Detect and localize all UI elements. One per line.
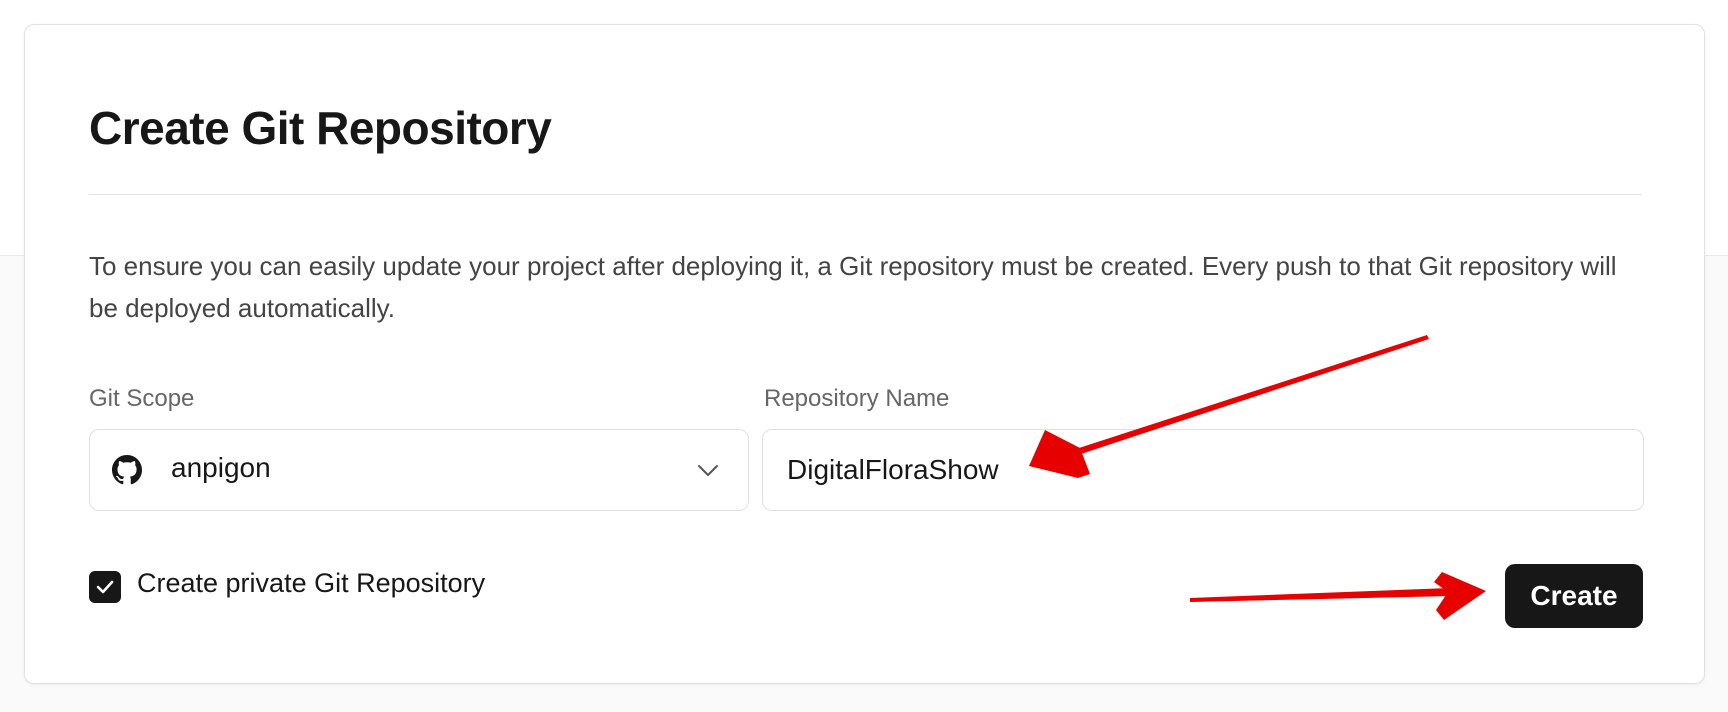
checkmark-icon [96,580,114,594]
repository-name-input[interactable] [762,429,1644,511]
git-scope-value: anpigon [171,452,271,483]
private-repository-label[interactable]: Create private Git Repository [137,568,485,599]
private-repository-checkbox[interactable] [89,571,121,603]
page-title: Create Git Repository [89,102,552,154]
create-repository-card: Create Git Repository To ensure you can … [24,24,1705,684]
description-text: To ensure you can easily update your pro… [89,251,1617,323]
repository-name-label: Repository Name [764,385,950,412]
github-icon [112,455,142,485]
chevron-down-icon [698,465,718,476]
git-scope-select[interactable]: anpigon [89,429,749,511]
divider [89,194,1642,195]
git-scope-label: Git Scope [89,385,195,412]
create-button[interactable]: Create [1505,564,1643,628]
